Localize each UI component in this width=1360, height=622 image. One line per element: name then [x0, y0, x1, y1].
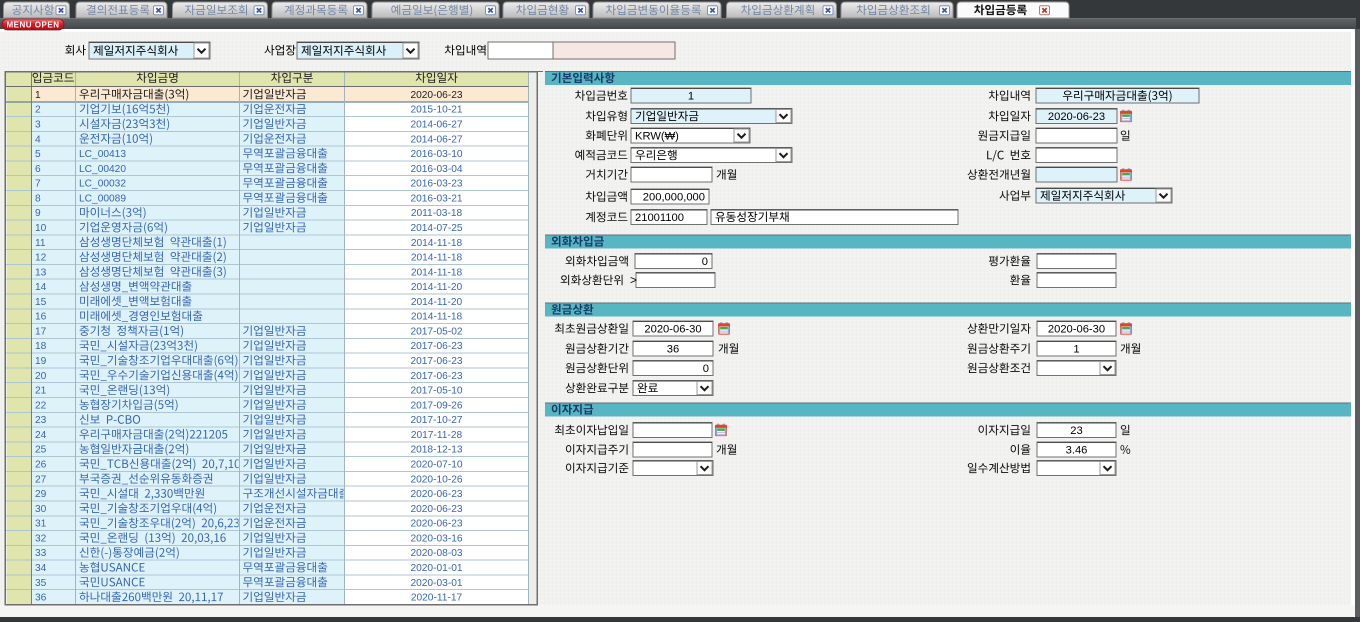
svg-text:18: 18	[35, 341, 47, 352]
svg-text:9: 9	[35, 208, 41, 219]
svg-text:16: 16	[35, 312, 47, 323]
svg-text:LC_00413: LC_00413	[79, 149, 126, 160]
svg-text:1: 1	[1073, 344, 1079, 356]
svg-text:0: 0	[703, 363, 709, 375]
svg-text:2014-11-18: 2014-11-18	[411, 238, 463, 249]
svg-text:32: 32	[35, 533, 47, 544]
svg-text:12: 12	[35, 253, 47, 264]
svg-text:34: 34	[35, 563, 47, 574]
svg-text:2016-03-21: 2016-03-21	[410, 193, 462, 204]
svg-text:2017-05-10: 2017-05-10	[410, 386, 462, 397]
svg-text:2014-11-18: 2014-11-18	[411, 267, 463, 278]
svg-text:2016-03-23: 2016-03-23	[410, 179, 462, 190]
svg-text:2020-06-30: 2020-06-30	[644, 324, 701, 336]
svg-text:2020-06-23: 2020-06-23	[410, 519, 462, 530]
svg-text:2020-06-23: 2020-06-23	[1048, 111, 1105, 123]
svg-text:2020-10-26: 2020-10-26	[410, 474, 462, 485]
svg-text:2020-08-03: 2020-08-03	[410, 548, 462, 559]
svg-text:21: 21	[35, 386, 47, 397]
svg-text:KRW(₩): KRW(₩)	[635, 131, 679, 143]
svg-text:19: 19	[35, 356, 47, 367]
svg-text:6: 6	[35, 164, 41, 175]
svg-text:2015-10-21: 2015-10-21	[410, 105, 462, 116]
svg-text:2014-11-20: 2014-11-20	[411, 282, 463, 293]
svg-text:MENU OPEN: MENU OPEN	[7, 21, 60, 30]
svg-text:2017-06-23: 2017-06-23	[410, 341, 462, 352]
svg-text:2017-11-28: 2017-11-28	[411, 430, 463, 441]
svg-text:27: 27	[35, 474, 47, 485]
svg-text:2017-06-23: 2017-06-23	[410, 356, 462, 367]
svg-text:2020-03-01: 2020-03-01	[410, 578, 462, 589]
svg-text:36: 36	[667, 344, 679, 356]
svg-text:25: 25	[35, 445, 47, 456]
svg-text:1: 1	[35, 90, 41, 101]
svg-text:4: 4	[35, 134, 41, 145]
svg-text:3.46: 3.46	[1066, 445, 1088, 457]
svg-text:2020-06-23: 2020-06-23	[410, 504, 462, 515]
svg-text:200,000,000: 200,000,000	[643, 192, 705, 204]
svg-text:2014-06-27: 2014-06-27	[410, 134, 462, 145]
svg-text:7: 7	[35, 179, 41, 190]
svg-text:2016-03-10: 2016-03-10	[410, 149, 462, 160]
svg-text:LC_00032: LC_00032	[79, 179, 126, 190]
svg-text:3: 3	[35, 120, 41, 131]
svg-text:2016-03-04: 2016-03-04	[410, 164, 462, 175]
svg-text:2017-09-26: 2017-09-26	[410, 400, 462, 411]
svg-text:20: 20	[35, 371, 47, 382]
svg-text:24: 24	[35, 430, 47, 441]
svg-text:17: 17	[35, 327, 47, 338]
svg-text:26: 26	[35, 460, 47, 471]
svg-text:2014-11-20: 2014-11-20	[411, 297, 463, 308]
svg-text:14: 14	[35, 282, 47, 293]
svg-text:36: 36	[35, 593, 47, 604]
svg-text:5: 5	[35, 149, 41, 160]
svg-text:2014-06-27: 2014-06-27	[410, 120, 462, 131]
svg-text:LC_00420: LC_00420	[79, 164, 126, 175]
svg-text:2017-06-23: 2017-06-23	[410, 371, 462, 382]
svg-text:31: 31	[35, 519, 47, 530]
svg-text:8: 8	[35, 193, 41, 204]
svg-text:1: 1	[688, 91, 694, 103]
svg-text:35: 35	[35, 578, 47, 589]
svg-text:2014-11-18: 2014-11-18	[411, 253, 463, 264]
svg-text:23: 23	[1070, 425, 1082, 437]
svg-text:2014-07-25: 2014-07-25	[410, 223, 462, 234]
svg-text:11: 11	[35, 238, 46, 249]
svg-text:22: 22	[35, 400, 47, 411]
svg-text:2014-11-18: 2014-11-18	[411, 312, 463, 323]
svg-text:2020-06-23: 2020-06-23	[410, 489, 462, 500]
svg-text:LC_00089: LC_00089	[79, 193, 126, 204]
svg-text:2018-12-13: 2018-12-13	[410, 445, 462, 456]
svg-text:30: 30	[35, 504, 47, 515]
svg-text:2: 2	[35, 105, 41, 116]
svg-text:2017-05-02: 2017-05-02	[410, 327, 462, 338]
svg-text:15: 15	[35, 297, 47, 308]
svg-text:2020-11-17: 2020-11-17	[411, 593, 463, 604]
svg-text:2020-03-16: 2020-03-16	[410, 533, 462, 544]
svg-text:2011-03-18: 2011-03-18	[411, 208, 463, 219]
svg-text:10: 10	[35, 223, 47, 234]
svg-text:2020-07-10: 2020-07-10	[410, 460, 462, 471]
svg-text:13: 13	[35, 267, 47, 278]
svg-text:2020-06-30: 2020-06-30	[1048, 324, 1105, 336]
svg-text:21001100: 21001100	[635, 212, 684, 224]
svg-text:33: 33	[35, 548, 47, 559]
svg-text:29: 29	[35, 489, 47, 500]
svg-text:23: 23	[35, 415, 47, 426]
svg-text:2017-10-27: 2017-10-27	[410, 415, 462, 426]
svg-text:2020-01-01: 2020-01-01	[410, 563, 462, 574]
svg-text:2020-06-23: 2020-06-23	[410, 90, 462, 101]
svg-text:0: 0	[702, 256, 708, 268]
svg-text:>: >	[630, 273, 637, 287]
